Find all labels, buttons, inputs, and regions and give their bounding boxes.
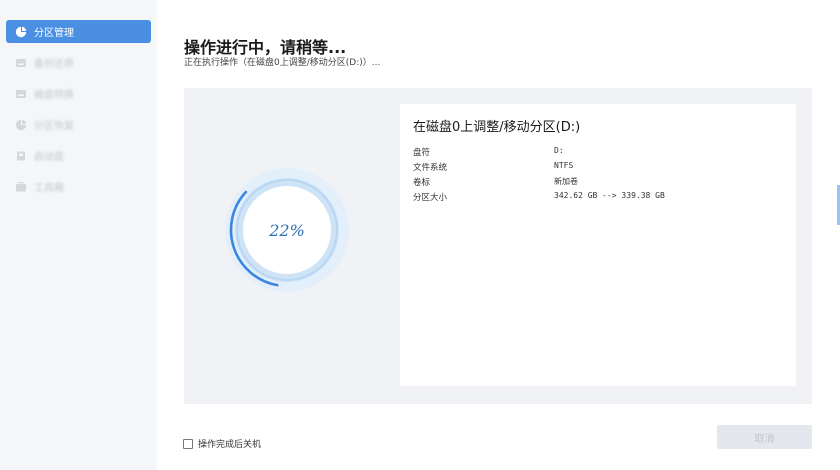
detail-row-drive-letter: 盘符 D:	[413, 146, 783, 160]
shutdown-checkbox[interactable]	[183, 438, 193, 449]
progress-percent: 22%	[269, 220, 305, 240]
detail-row-file-system: 文件系统 NTFS	[413, 161, 783, 175]
pie-chart-icon	[15, 26, 27, 38]
progress-ring: 22%	[225, 168, 349, 292]
sidebar-item-label: 工具箱	[34, 183, 64, 194]
detail-value: NTFS	[554, 161, 574, 170]
sidebar-item-label: 分区恢复	[34, 121, 74, 132]
sidebar-item-label: 磁盘转换	[34, 90, 74, 101]
detail-row-volume-label: 卷标 新加卷	[413, 176, 783, 190]
sidebar-item-backup[interactable]: 备份还原	[6, 51, 151, 74]
detail-key: 卷标	[413, 178, 431, 188]
detail-key: 分区大小	[413, 193, 448, 203]
operation-panel: 22% 在磁盘0上调整/移动分区(D:) 盘符 D: 文件系统 NTFS 卷标 …	[184, 88, 812, 404]
sidebar: 分区管理 备份还原 磁盘转换 分区恢复 启动盘 工具箱	[0, 0, 157, 470]
sidebar-item-partition-recovery[interactable]: 分区恢复	[6, 113, 151, 136]
sidebar-item-label: 启动盘	[34, 152, 64, 163]
toolbox-icon	[15, 181, 27, 193]
app-window: 分区管理 备份还原 磁盘转换 分区恢复 启动盘 工具箱 操作进行中，请稍等...…	[0, 0, 840, 470]
detail-key: 文件系统	[413, 163, 448, 173]
sidebar-item-label: 分区管理	[34, 28, 74, 39]
sidebar-item-boot-disk[interactable]: 启动盘	[6, 144, 151, 167]
shutdown-after-complete-option[interactable]: 操作完成后关机	[183, 437, 261, 450]
detail-value: 342.62 GB --> 339.38 GB	[554, 191, 665, 200]
disk-icon	[15, 57, 27, 69]
sidebar-item-toolbox[interactable]: 工具箱	[6, 175, 151, 198]
sidebar-item-label: 备份还原	[34, 59, 74, 70]
detail-key: 盘符	[413, 148, 431, 158]
operation-title: 在磁盘0上调整/移动分区(D:)	[413, 120, 581, 135]
disk-icon	[15, 88, 27, 100]
detail-row-partition-size: 分区大小 342.62 GB --> 339.38 GB	[413, 191, 783, 205]
operation-details-card: 在磁盘0上调整/移动分区(D:) 盘符 D: 文件系统 NTFS 卷标 新加卷 …	[400, 104, 796, 386]
cancel-button[interactable]: 取消	[717, 425, 812, 449]
operation-status-text: 正在执行操作（在磁盘0上调整/移动分区(D:)）...	[184, 58, 381, 68]
pie-chart-icon	[15, 119, 27, 131]
usb-drive-icon	[15, 150, 27, 162]
detail-value: 新加卷	[554, 177, 578, 186]
sidebar-item-partition-management[interactable]: 分区管理	[6, 20, 151, 43]
shutdown-label: 操作完成后关机	[198, 440, 262, 450]
detail-value: D:	[554, 146, 564, 155]
sidebar-item-disk-convert[interactable]: 磁盘转换	[6, 82, 151, 105]
